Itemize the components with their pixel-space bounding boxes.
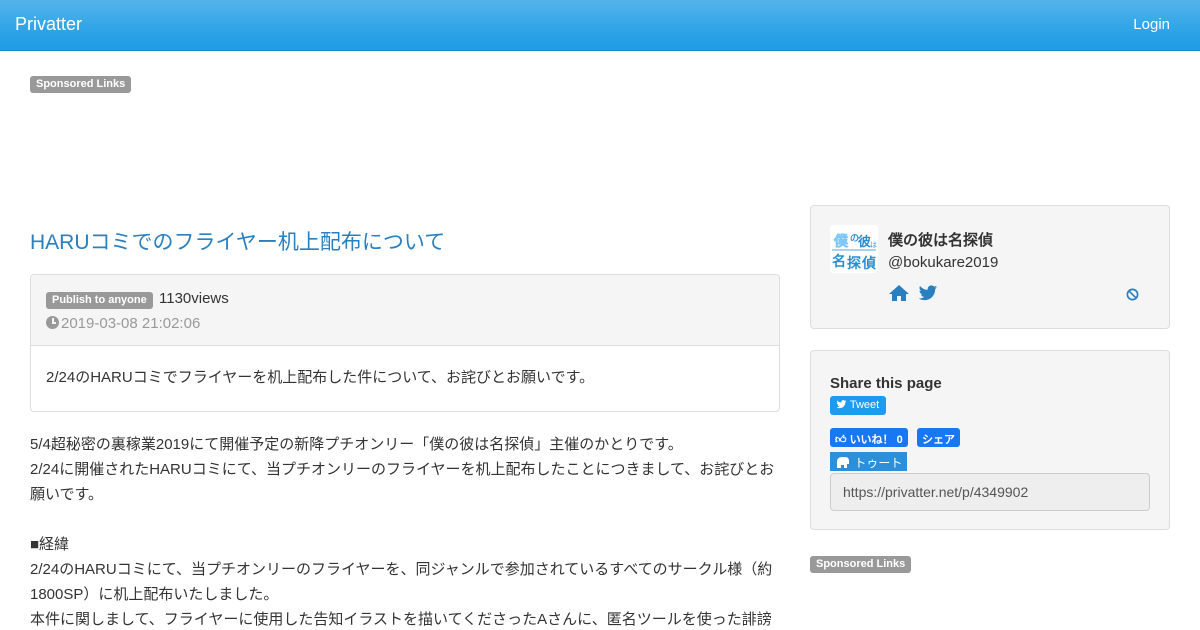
svg-text:名: 名 xyxy=(832,253,846,270)
view-count: 1130views xyxy=(159,290,229,307)
share-url-field[interactable] xyxy=(830,473,1150,511)
svg-text:は: は xyxy=(870,241,877,249)
sponsored-links-label: Sponsored Links xyxy=(30,76,132,93)
author-handle: @bokukare2019 xyxy=(888,254,999,271)
post-title[interactable]: HARUコミでのフライヤー机上配布について xyxy=(30,226,445,256)
share-card: Share this page Tweet 👍︎ いいね！ 0 シェア トゥート xyxy=(810,350,1170,530)
home-icon[interactable] xyxy=(888,284,910,306)
author-avatar[interactable]: 僕 の 彼 は 名 探 偵 xyxy=(830,225,878,273)
brand-link[interactable]: Privatter xyxy=(15,14,82,35)
tweet-button[interactable]: Tweet xyxy=(830,396,887,415)
visibility-badge: Publish to anyone xyxy=(46,292,153,309)
facebook-share-button[interactable]: シェア xyxy=(917,428,960,447)
twitter-icon[interactable] xyxy=(918,284,938,306)
author-name: 僕の彼は名探偵 xyxy=(888,232,994,249)
login-link[interactable]: Login xyxy=(1133,16,1170,33)
svg-text:偵: 偵 xyxy=(861,255,876,272)
svg-text:僕: 僕 xyxy=(833,233,849,250)
thumbs-up-icon: 👍︎ xyxy=(835,434,847,446)
toot-label: トゥート xyxy=(854,456,903,470)
twitter-icon xyxy=(836,399,847,411)
post-meta: Publish to anyone 1130views 2019-03-08 2… xyxy=(31,275,779,346)
content-paragraph: 2/24のHARUコミにて、当プチオンリーのフライヤーを、同ジャンルで参加されて… xyxy=(30,561,773,603)
author-links xyxy=(888,284,942,306)
tweet-label: Tweet xyxy=(849,399,880,411)
toot-button[interactable]: トゥート xyxy=(830,452,908,471)
navbar: Privatter Login xyxy=(0,0,1200,51)
mastodon-icon xyxy=(835,456,851,470)
svg-text:探: 探 xyxy=(847,255,861,272)
post-date-text: 2019-03-08 21:02:06 xyxy=(61,315,201,332)
share-heading: Share this page xyxy=(830,375,942,392)
post-summary: 2/24のHARUコミでフライヤーを机上配布した件について、お詫びとお願いです。 xyxy=(46,369,595,386)
facebook-like-button[interactable]: 👍︎ いいね！ 0 xyxy=(830,428,908,447)
content-paragraph: 本件に関しまして、フライヤーに使用した告知イラストを描いてくださったAさんに、匿… xyxy=(30,611,772,628)
content-paragraph: 2/24に開催されたHARUコミにて、当プチオンリーのフライヤーを机上配布したこ… xyxy=(30,461,775,503)
post-panel: Publish to anyone 1130views 2019-03-08 2… xyxy=(30,274,780,412)
author-card: 僕 の 彼 は 名 探 偵 僕の彼は名探偵 @bokukare2019 xyxy=(810,205,1170,329)
like-label: いいね！ 0 xyxy=(849,434,903,446)
post-date: 2019-03-08 21:02:06 xyxy=(46,315,200,332)
sponsored-links-label: Sponsored Links xyxy=(810,556,912,573)
content-paragraph: ■経緯 xyxy=(30,536,70,553)
content-paragraph: 5/4超秘密の裏稼業2019にて開催予定の新降プチオンリー「僕の彼は名探偵」主催… xyxy=(30,436,683,453)
post-content: 5/4超秘密の裏稼業2019にて開催予定の新降プチオンリー「僕の彼は名探偵」主催… xyxy=(30,432,780,630)
clock-icon xyxy=(46,316,59,329)
block-icon[interactable] xyxy=(1126,288,1139,305)
